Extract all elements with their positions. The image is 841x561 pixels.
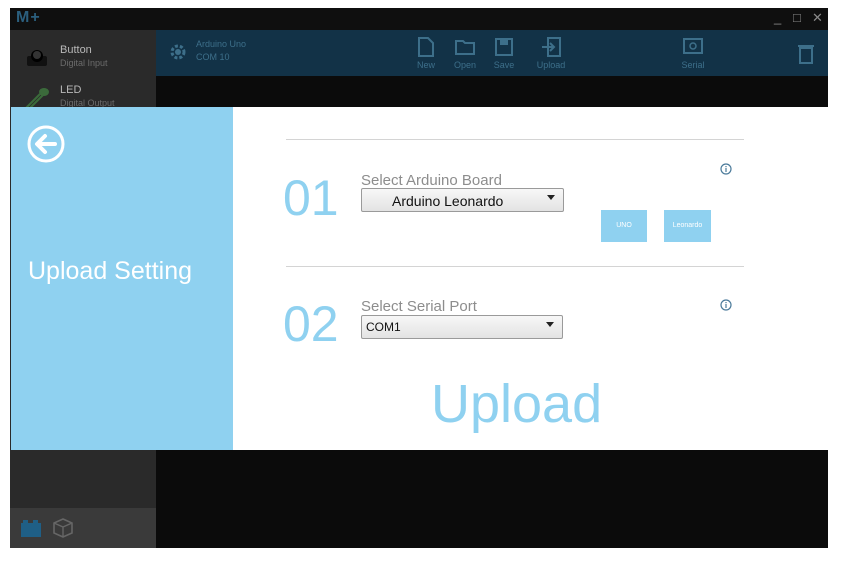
sidebar-item-label: LED	[60, 84, 82, 96]
dialog-sidebar: Upload Setting	[11, 107, 233, 450]
upload-icon	[542, 37, 561, 57]
serial-monitor-icon	[683, 38, 703, 54]
maximize-button[interactable]: □	[793, 10, 801, 25]
trash-icon[interactable]	[797, 42, 815, 64]
upload-button[interactable]: Upload	[431, 373, 602, 435]
close-button[interactable]: ✕	[812, 10, 823, 26]
gear-icon[interactable]	[168, 42, 188, 62]
port-select-value: COM1	[366, 320, 401, 334]
info-icon[interactable]	[720, 299, 732, 311]
button-component-icon	[27, 50, 47, 66]
chevron-down-icon	[546, 322, 554, 327]
back-arrow-icon[interactable]	[26, 124, 66, 164]
sidebar-item-label: Button	[60, 44, 92, 56]
upload-toolbar-label: Upload	[536, 60, 566, 70]
chevron-down-icon	[547, 195, 555, 200]
board-select[interactable]: Arduino Leonardo	[361, 188, 564, 212]
divider	[286, 139, 744, 140]
dialog-title: Upload Setting	[28, 257, 193, 285]
cube-icon[interactable]	[52, 517, 74, 539]
info-icon[interactable]	[720, 163, 732, 175]
title-bar: M+ _ □ ✕	[10, 8, 828, 30]
serial-label: Serial	[681, 60, 705, 70]
divider	[286, 266, 744, 267]
minimize-button[interactable]: _	[774, 10, 781, 25]
board-select-label: Select Arduino Board	[361, 172, 502, 189]
serial-button[interactable]: Serial	[673, 36, 713, 74]
new-button[interactable]: New	[406, 36, 446, 74]
step-number: 01	[283, 170, 339, 226]
app-logo: M+	[16, 9, 41, 26]
current-port: COM 10	[196, 52, 230, 62]
blocks-icon[interactable]	[20, 518, 42, 538]
step-number: 02	[283, 296, 339, 352]
leonardo-board-option[interactable]: Leonardo	[664, 210, 711, 242]
sidebar-item-sublabel: Digital Input	[60, 58, 108, 68]
port-select[interactable]: COM1	[361, 315, 563, 339]
save-icon	[495, 38, 513, 56]
toolbar: Arduino Uno COM 10 New Open Save Upload …	[156, 30, 828, 76]
open-label: Open	[453, 60, 477, 70]
uno-board-option[interactable]: UNO	[601, 210, 647, 242]
upload-toolbar-button[interactable]: Upload	[531, 36, 571, 74]
folder-icon	[455, 40, 475, 55]
board-select-value: Arduino Leonardo	[392, 193, 504, 209]
sidebar-item-button[interactable]: Button Digital Input	[10, 38, 156, 78]
save-label: Save	[493, 60, 515, 70]
new-label: New	[416, 60, 435, 70]
sidebar-footer	[10, 508, 156, 548]
upload-setting-dialog: Upload Setting 01 Select Arduino Board A…	[11, 107, 828, 450]
open-button[interactable]: Open	[445, 36, 485, 74]
current-board: Arduino Uno	[196, 39, 247, 49]
save-button[interactable]: Save	[484, 36, 524, 74]
port-select-label: Select Serial Port	[361, 298, 477, 315]
new-file-icon	[418, 37, 434, 57]
